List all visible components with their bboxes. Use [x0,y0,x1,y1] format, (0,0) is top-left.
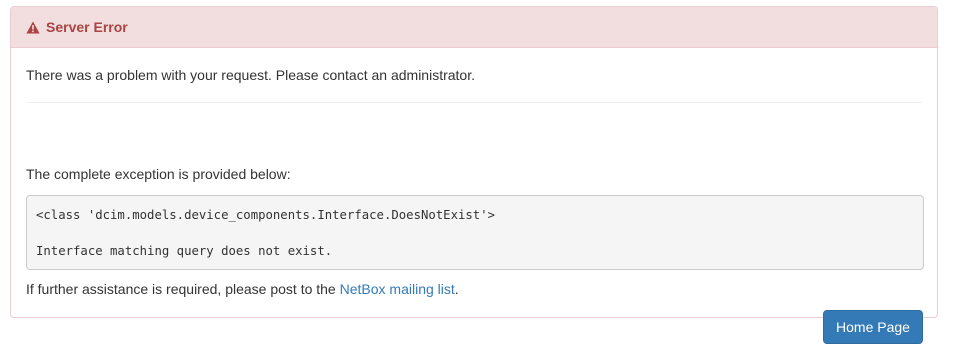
error-message: There was a problem with your request. P… [26,67,475,83]
assistance-suffix: . [454,281,459,297]
warning-icon [26,21,40,33]
exception-line-message: Interface matching query does not exist. [36,244,333,258]
assistance-prefix: If further assistance is required, pleas… [26,281,340,297]
exception-label: The complete exception is provided below… [26,166,291,182]
exception-line-class: <class 'dcim.models.device_components.In… [36,208,496,222]
mailing-list-link[interactable]: NetBox mailing list [340,281,455,297]
home-page-button[interactable]: Home Page [823,310,923,344]
panel-title: Server Error [46,19,128,35]
server-error-panel: Server Error There was a problem with yo… [10,6,938,344]
exception-block: <class 'dcim.models.device_components.In… [26,195,924,270]
panel-heading: Server Error [11,7,937,48]
divider [26,102,922,103]
assistance-text: If further assistance is required, pleas… [26,279,459,299]
